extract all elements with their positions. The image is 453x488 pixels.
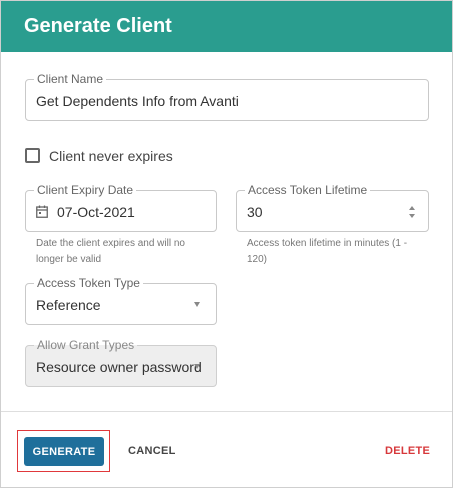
dialog-title: Generate Client bbox=[24, 15, 172, 37]
client-name-label: Client Name bbox=[34, 72, 107, 86]
cancel-button[interactable]: CANCEL bbox=[128, 445, 176, 457]
delete-button[interactable]: DELETE bbox=[385, 445, 430, 457]
client-name-field[interactable]: Client Name Get Dependents Info from Ava… bbox=[25, 72, 429, 121]
token-type-select[interactable]: Access Token Type Reference bbox=[25, 276, 217, 325]
token-type-value: Reference bbox=[36, 297, 101, 313]
chevron-down-icon bbox=[194, 302, 200, 307]
grant-types-select: Allow Grant Types Resource owner passwor… bbox=[25, 338, 217, 387]
token-lifetime-label: Access Token Lifetime bbox=[245, 183, 371, 197]
grant-types-label: Allow Grant Types bbox=[34, 338, 138, 352]
grant-types-value: Resource owner password bbox=[36, 359, 202, 375]
calendar-icon[interactable] bbox=[36, 205, 48, 218]
generate-client-dialog: Generate Client Client Name Get Dependen… bbox=[0, 0, 453, 488]
token-lifetime-helper-line-2: 120) bbox=[247, 254, 268, 265]
token-lifetime-helper-line-1: Access token lifetime in minutes (1 - bbox=[247, 238, 408, 249]
footer-divider bbox=[1, 411, 452, 412]
token-lifetime-helper: Access token lifetime in minutes (1 - 12… bbox=[247, 236, 422, 268]
expiry-date-helper-line-1: Date the client expires and will no bbox=[36, 238, 185, 249]
token-lifetime-field[interactable]: Access Token Lifetime 30 bbox=[236, 183, 429, 232]
expiry-date-helper: Date the client expires and will no long… bbox=[36, 236, 211, 268]
expiry-date-label: Client Expiry Date bbox=[34, 183, 137, 197]
never-expires-label: Client never expires bbox=[49, 148, 173, 164]
never-expires-checkbox[interactable] bbox=[25, 148, 40, 163]
expiry-date-helper-line-2: longer be valid bbox=[36, 254, 102, 265]
chevron-down-icon bbox=[194, 364, 200, 369]
client-name-input[interactable]: Get Dependents Info from Avanti bbox=[36, 93, 239, 109]
spin-up-icon[interactable] bbox=[409, 206, 415, 210]
dialog-header: Generate Client bbox=[1, 1, 452, 52]
spin-down-icon[interactable] bbox=[409, 214, 415, 218]
expiry-date-input[interactable]: 07-Oct-2021 bbox=[57, 204, 135, 220]
generate-button[interactable]: GENERATE bbox=[24, 437, 104, 466]
token-type-label: Access Token Type bbox=[34, 276, 143, 290]
token-lifetime-input[interactable]: 30 bbox=[247, 204, 263, 220]
expiry-date-field[interactable]: Client Expiry Date 07-Oct-2021 bbox=[25, 183, 217, 232]
